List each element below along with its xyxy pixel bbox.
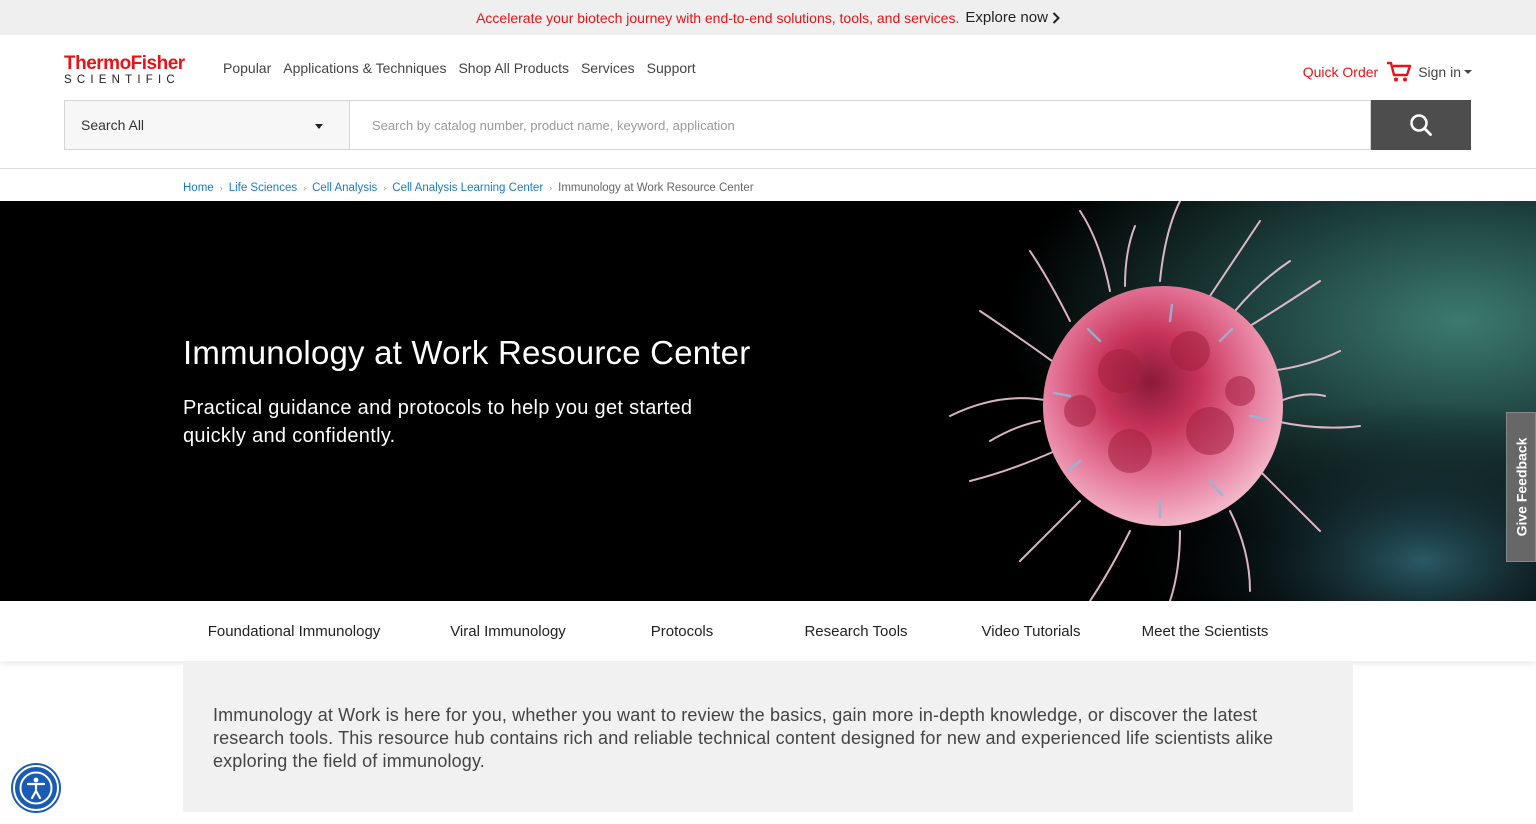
tab-research-tools[interactable]: Research Tools bbox=[804, 623, 907, 640]
search-icon bbox=[1410, 114, 1432, 136]
breadcrumb-home[interactable]: Home bbox=[183, 182, 214, 194]
page-title: Immunology at Work Resource Center bbox=[183, 334, 751, 371]
breadcrumb-life-sciences[interactable]: Life Sciences bbox=[229, 182, 297, 194]
search-button[interactable] bbox=[1371, 100, 1471, 150]
breadcrumb-current: Immunology at Work Resource Center bbox=[558, 182, 754, 194]
utility-nav: Quick Order Sign in bbox=[1303, 61, 1472, 83]
quick-order-link[interactable]: Quick Order bbox=[1303, 64, 1378, 80]
sign-in-label: Sign in bbox=[1418, 64, 1461, 80]
breadcrumb-cell-analysis[interactable]: Cell Analysis bbox=[312, 182, 377, 194]
intro-card: Immunology at Work is here for you, whet… bbox=[183, 663, 1353, 812]
immune-cell-image bbox=[780, 201, 1536, 601]
nav-support[interactable]: Support bbox=[647, 60, 696, 76]
tab-video-tutorials[interactable]: Video Tutorials bbox=[982, 623, 1081, 640]
tab-viral-immunology[interactable]: Viral Immunology bbox=[450, 623, 566, 640]
intro-text: Immunology at Work is here for you, whet… bbox=[213, 705, 1274, 771]
explore-now-link[interactable]: Explore now bbox=[965, 9, 1060, 26]
cart-icon[interactable] bbox=[1386, 61, 1412, 83]
sign-in-menu[interactable]: Sign in bbox=[1418, 64, 1472, 80]
tab-foundational-immunology[interactable]: Foundational Immunology bbox=[208, 623, 381, 640]
logo-wordmark: ThermoFisher bbox=[64, 53, 185, 74]
give-feedback-label: Give Feedback bbox=[1513, 437, 1530, 537]
breadcrumb-separator: › bbox=[549, 183, 553, 193]
search-input[interactable] bbox=[349, 100, 1371, 150]
nav-popular[interactable]: Popular bbox=[223, 60, 271, 76]
thermo-fisher-logo[interactable]: ThermoFisher SCIENTIFIC bbox=[64, 53, 206, 87]
breadcrumb-separator: › bbox=[303, 183, 307, 193]
chevron-right-icon bbox=[1052, 11, 1060, 24]
breadcrumb-separator: › bbox=[383, 183, 387, 193]
search-category-value: Search All bbox=[81, 117, 145, 133]
give-feedback-button[interactable]: Give Feedback bbox=[1506, 412, 1536, 562]
explore-now-label: Explore now bbox=[965, 9, 1048, 26]
hero-subtitle: Practical guidance and protocols to help… bbox=[183, 397, 693, 447]
search-bar: Search All bbox=[64, 100, 1471, 150]
breadcrumb-separator: › bbox=[219, 183, 223, 193]
chevron-down-icon bbox=[1464, 70, 1472, 74]
promo-bar: Accelerate your biotech journey with end… bbox=[0, 0, 1536, 35]
breadcrumb: Home › Life Sciences › Cell Analysis › C… bbox=[183, 182, 754, 194]
tab-meet-the-scientists[interactable]: Meet the Scientists bbox=[1142, 623, 1269, 640]
section-tabs: Foundational Immunology Viral Immunology… bbox=[0, 601, 1536, 661]
nav-shop-all-products[interactable]: Shop All Products bbox=[458, 60, 569, 76]
accessibility-button[interactable] bbox=[13, 765, 59, 811]
nav-applications-techniques[interactable]: Applications & Techniques bbox=[283, 60, 446, 76]
logo-subline: SCIENTIFIC bbox=[64, 74, 180, 86]
chevron-down-icon bbox=[315, 124, 323, 129]
breadcrumb-cell-analysis-learning-center[interactable]: Cell Analysis Learning Center bbox=[392, 182, 543, 194]
search-category-select[interactable]: Search All bbox=[64, 100, 349, 150]
accessibility-icon bbox=[19, 771, 53, 805]
main-nav: Popular Applications & Techniques Shop A… bbox=[223, 60, 696, 76]
site-header: ThermoFisher SCIENTIFIC Popular Applicat… bbox=[0, 35, 1536, 169]
tab-protocols[interactable]: Protocols bbox=[651, 623, 714, 640]
nav-services[interactable]: Services bbox=[581, 60, 635, 76]
hero-banner: Immunology at Work Resource Center Pract… bbox=[0, 201, 1536, 601]
promo-text: Accelerate your biotech journey with end… bbox=[476, 9, 960, 26]
